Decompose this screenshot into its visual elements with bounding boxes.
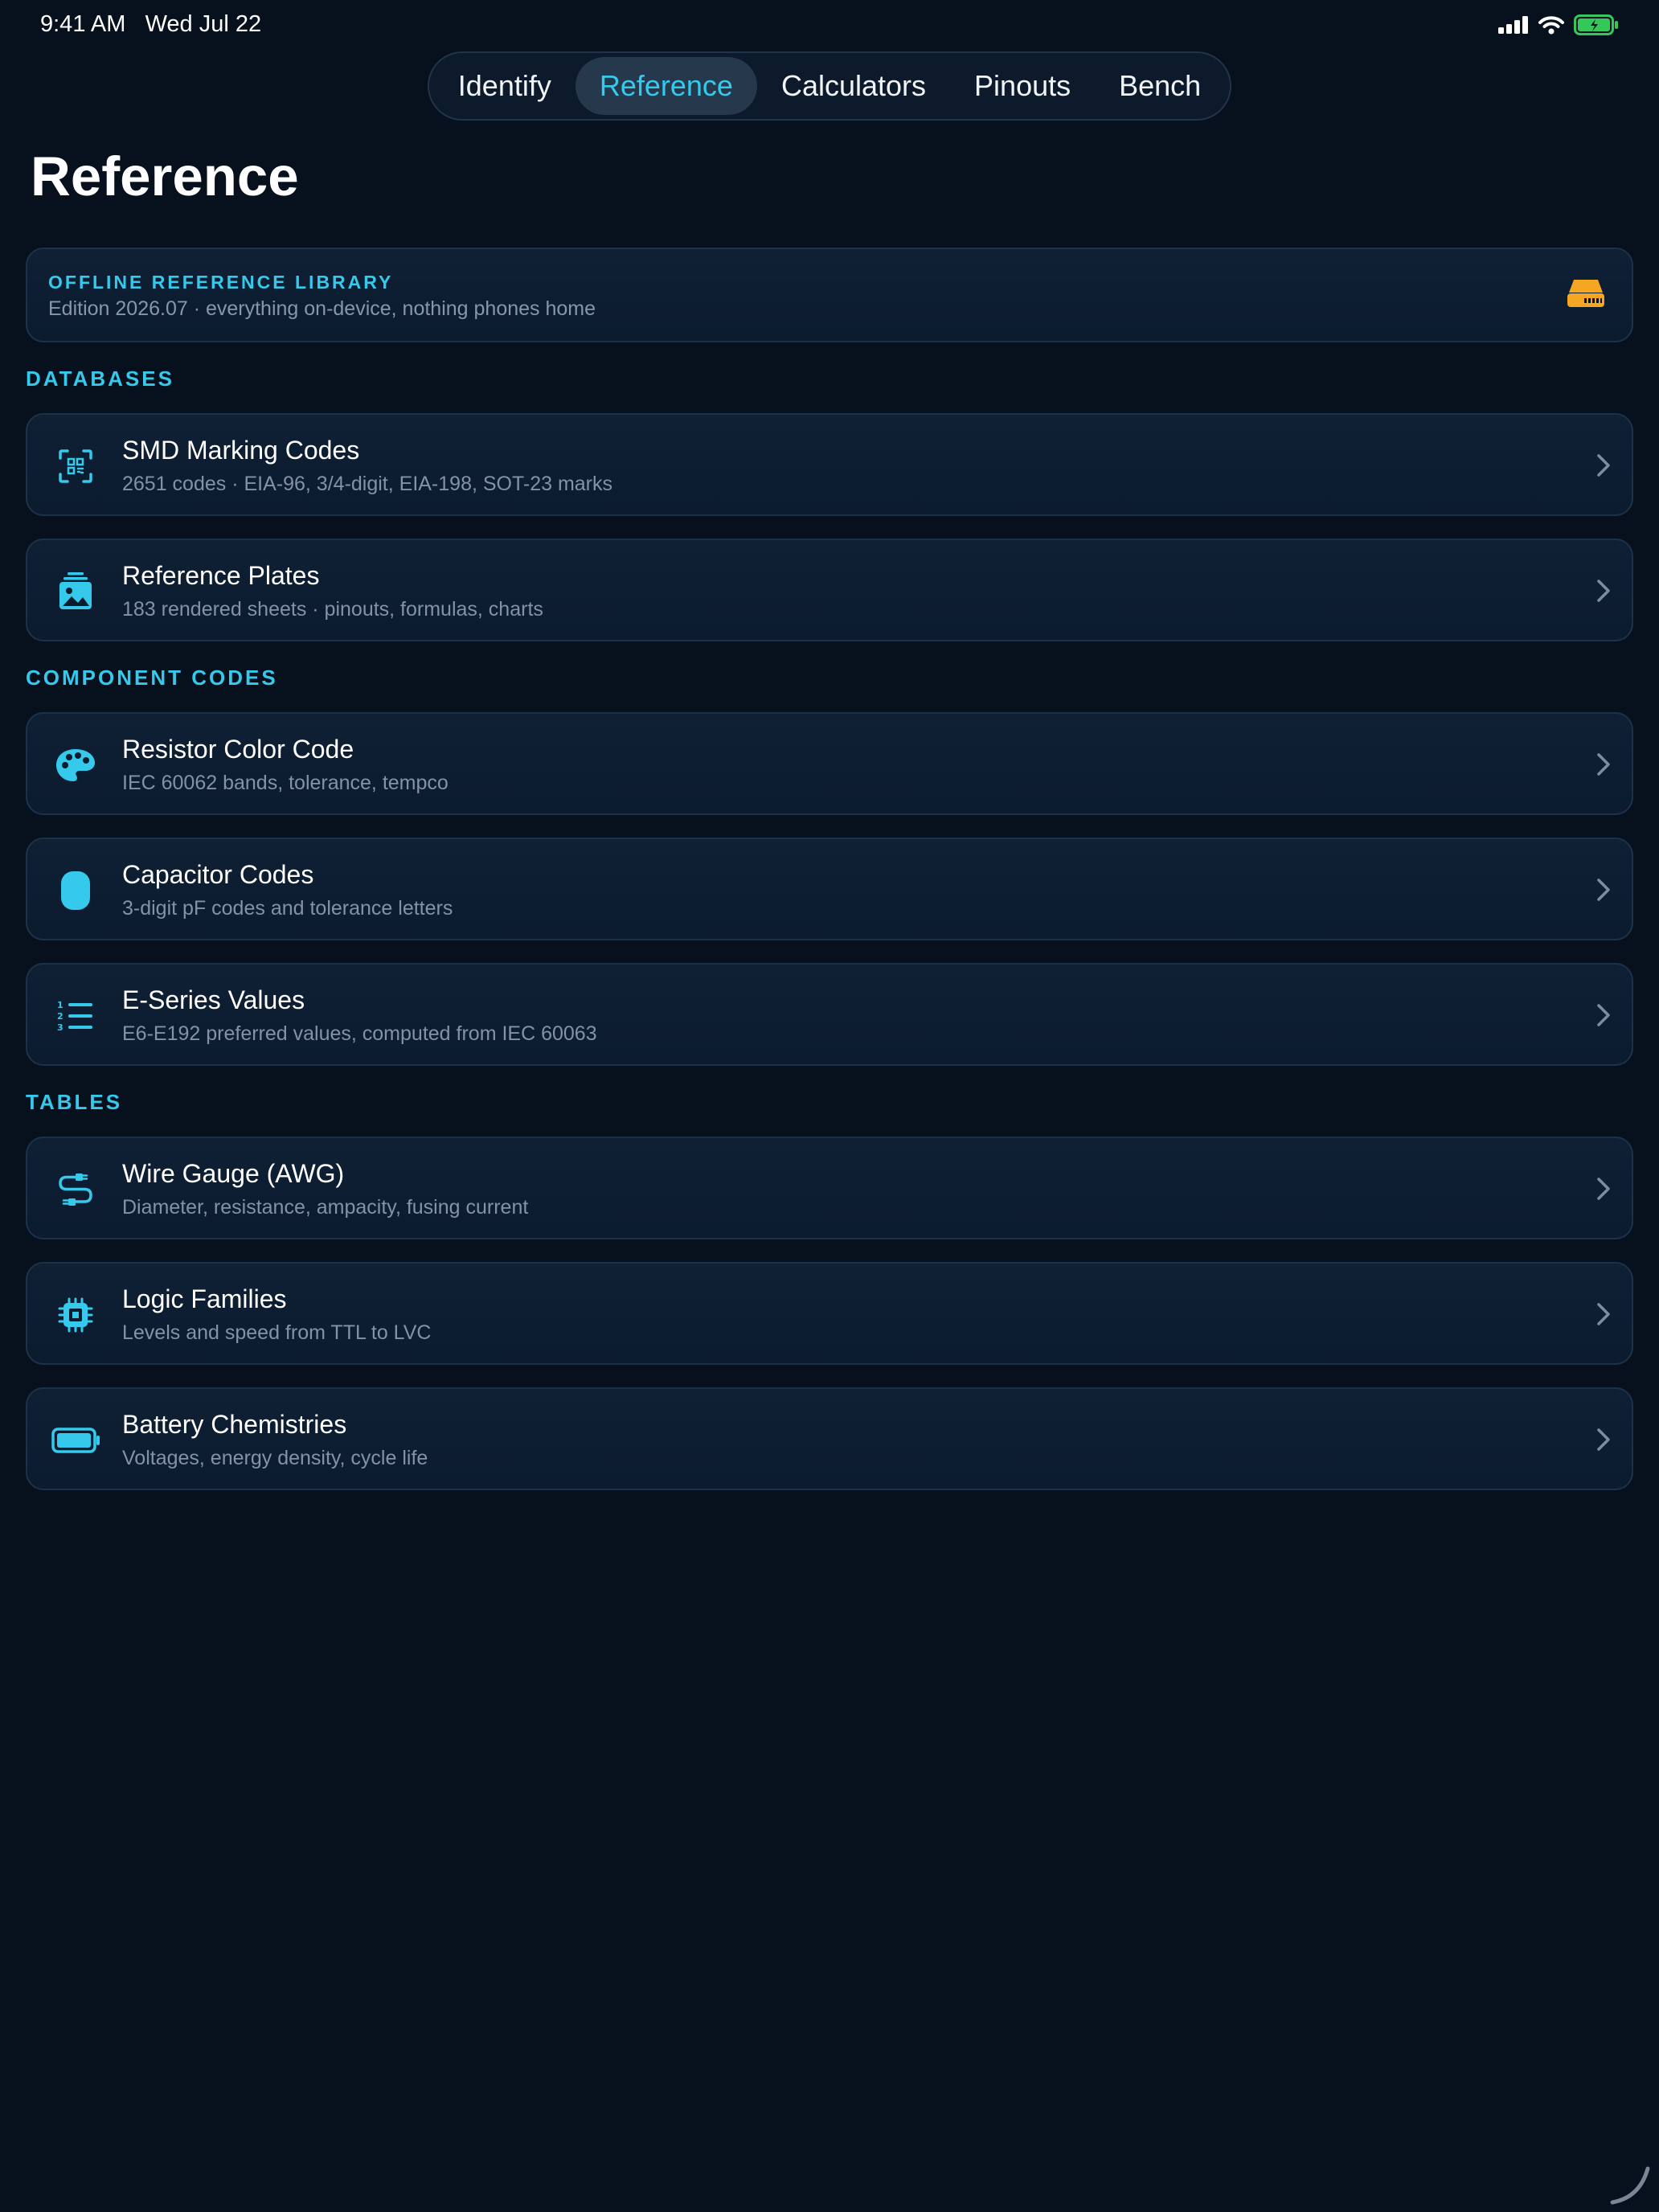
row-subtitle: 3-digit pF codes and tolerance letters xyxy=(122,897,453,920)
section-label-databases: DATABASES xyxy=(26,367,174,391)
battery-status-icon xyxy=(1574,14,1618,35)
row-subtitle: Diameter, resistance, ampacity, fusing c… xyxy=(122,1196,529,1219)
section-label-tables: TABLES xyxy=(26,1090,123,1114)
tab-identify[interactable]: Identify xyxy=(434,57,576,115)
tab-bar-wrapper: Identify Reference Calculators Pinouts B… xyxy=(0,51,1659,121)
row-title: Reference Plates xyxy=(122,561,320,590)
row-wire-gauge[interactable]: Wire Gauge (AWG) Diameter, resistance, a… xyxy=(26,1137,1633,1239)
tab-calculators[interactable]: Calculators xyxy=(757,57,950,115)
resize-handle-icon xyxy=(1610,2166,1650,2205)
row-e-series-values[interactable]: 1 2 3 E-Series Values E6-E192 preferred … xyxy=(26,963,1633,1066)
svg-text:3: 3 xyxy=(57,1022,63,1033)
row-title: E-Series Values xyxy=(122,985,305,1014)
tab-bench[interactable]: Bench xyxy=(1095,57,1225,115)
row-reference-plates[interactable]: Reference Plates 183 rendered sheets · p… xyxy=(26,539,1633,641)
row-title: SMD Marking Codes xyxy=(122,436,360,465)
wifi-icon xyxy=(1538,16,1564,35)
chevron-right-icon xyxy=(1597,1303,1610,1325)
row-resistor-color-code[interactable]: Resistor Color Code IEC 60062 bands, tol… xyxy=(26,712,1633,815)
tab-pinouts[interactable]: Pinouts xyxy=(950,57,1095,115)
row-title: Resistor Color Code xyxy=(122,735,354,764)
cpu-chip-icon xyxy=(55,1294,96,1336)
section-label-component-codes: COMPONENT CODES xyxy=(26,666,278,690)
row-subtitle: IEC 60062 bands, tolerance, tempco xyxy=(122,772,449,794)
row-battery-chemistries[interactable]: Battery Chemistries Voltages, energy den… xyxy=(26,1387,1633,1490)
status-clock: 9:41 AM xyxy=(40,11,126,37)
row-subtitle: Voltages, energy density, cycle life xyxy=(122,1447,428,1469)
row-title: Battery Chemistries xyxy=(122,1410,347,1439)
chevron-right-icon xyxy=(1597,1428,1610,1451)
row-title: Logic Families xyxy=(122,1284,287,1313)
battery-icon xyxy=(51,1419,101,1461)
chevron-right-icon xyxy=(1597,454,1610,477)
row-subtitle: 2651 codes · EIA-96, 3/4-digit, EIA-198,… xyxy=(122,473,613,495)
status-bar: 9:41 AM Wed Jul 22 xyxy=(0,0,1659,51)
chevron-right-icon xyxy=(1597,879,1610,901)
chevron-right-icon xyxy=(1597,753,1610,776)
row-subtitle: Levels and speed from TTL to LVC xyxy=(122,1321,432,1344)
storage-drive-icon xyxy=(1567,280,1604,307)
segmented-tab-bar: Identify Reference Calculators Pinouts B… xyxy=(427,51,1232,121)
status-icons xyxy=(1498,14,1619,35)
cable-connector-icon xyxy=(55,1169,96,1210)
photo-stack-icon xyxy=(55,571,96,612)
chevron-right-icon xyxy=(1597,1178,1610,1200)
row-capacitor-codes[interactable]: Capacitor Codes 3-digit pF codes and tol… xyxy=(26,838,1633,940)
tab-reference[interactable]: Reference xyxy=(575,57,757,115)
banner-title: OFFLINE REFERENCE LIBRARY xyxy=(48,272,394,293)
row-title: Capacitor Codes xyxy=(122,860,314,889)
banner-subtitle: Edition 2026.07 · everything on-device, … xyxy=(48,297,596,320)
chevron-right-icon xyxy=(1597,580,1610,602)
offline-library-banner: OFFLINE REFERENCE LIBRARY Edition 2026.0… xyxy=(26,248,1633,342)
chevron-right-icon xyxy=(1597,1004,1610,1026)
svg-text:1: 1 xyxy=(57,1000,63,1010)
row-subtitle: E6-E192 preferred values, computed from … xyxy=(122,1022,597,1045)
status-date: Wed Jul 22 xyxy=(145,11,262,37)
svg-text:2: 2 xyxy=(57,1011,63,1022)
numbered-list-icon: 1 2 3 xyxy=(55,995,96,1037)
row-title: Wire Gauge (AWG) xyxy=(122,1159,345,1188)
row-logic-families[interactable]: Logic Families Levels and speed from TTL… xyxy=(26,1262,1633,1365)
row-smd-marking-codes[interactable]: SMD Marking Codes 2651 codes · EIA-96, 3… xyxy=(26,413,1633,516)
palette-icon xyxy=(55,744,96,786)
page-title: Reference xyxy=(31,145,299,207)
capsule-icon xyxy=(55,870,96,911)
cellular-signal-icon xyxy=(1498,16,1528,34)
qr-scan-icon xyxy=(55,445,96,487)
status-time: 9:41 AM Wed Jul 22 xyxy=(40,11,261,38)
row-subtitle: 183 rendered sheets · pinouts, formulas,… xyxy=(122,598,543,621)
